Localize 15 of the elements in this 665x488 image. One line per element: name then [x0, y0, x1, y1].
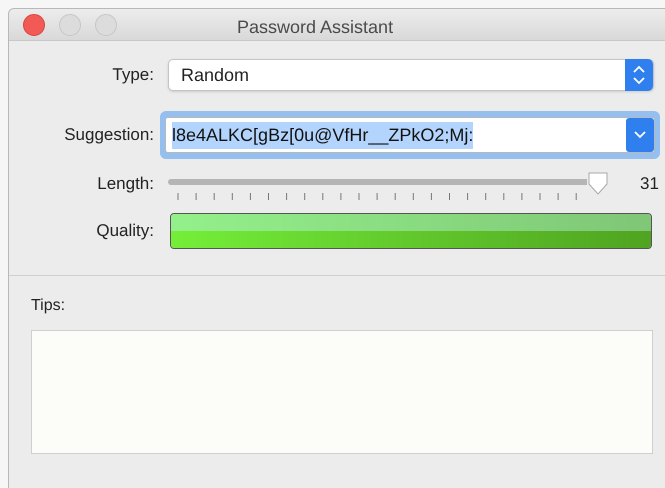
- length-label: Length:: [96, 173, 154, 195]
- slider-thumb[interactable]: [587, 171, 609, 195]
- stepper-icon: [625, 59, 653, 91]
- tips-label: Tips:: [31, 296, 66, 316]
- window-title: Password Assistant: [237, 16, 394, 39]
- chevron-down-icon: [626, 118, 654, 152]
- quality-label: Quality:: [95, 220, 154, 242]
- length-value: 31: [640, 173, 659, 195]
- minimize-button[interactable]: [59, 14, 81, 36]
- suggestion-label: Suggestion:: [63, 124, 154, 146]
- suggestion-combo[interactable]: l8e4ALKC[gBz[0u@VfHr__ZPkO2;Mj:: [160, 111, 660, 159]
- close-button[interactable]: [23, 14, 45, 36]
- zoom-button[interactable]: [95, 14, 117, 36]
- type-label: Type:: [111, 64, 154, 86]
- type-dropdown[interactable]: Random: [168, 59, 654, 91]
